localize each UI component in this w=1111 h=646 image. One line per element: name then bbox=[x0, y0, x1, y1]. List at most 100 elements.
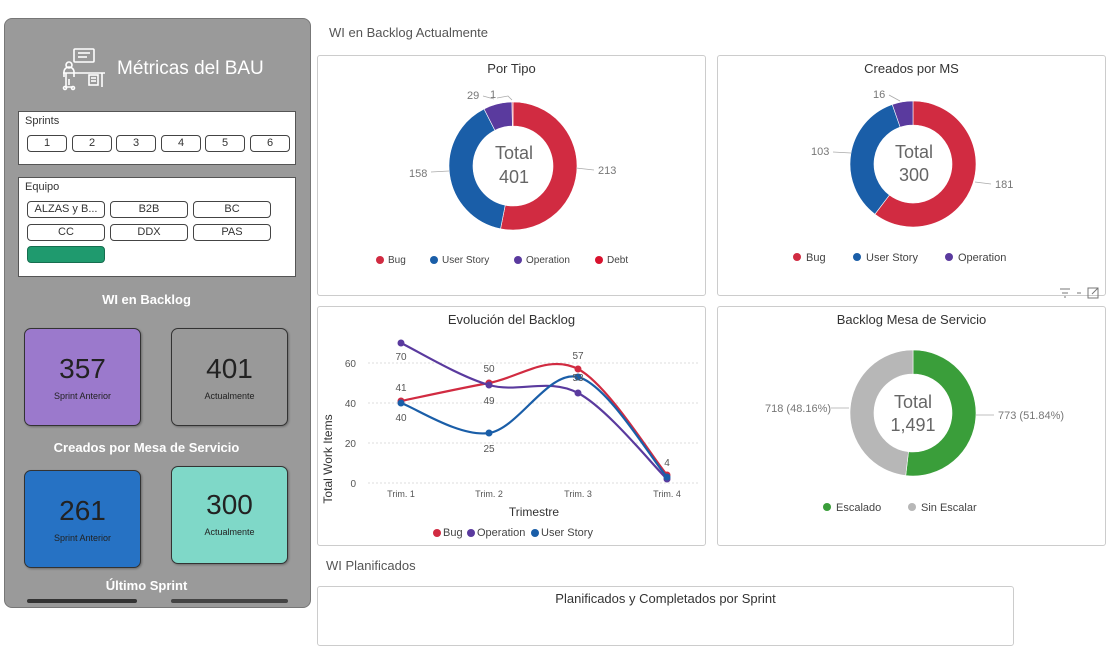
por-tipo-card: Por Tipo Total 401 213 158 29 1 Bug User… bbox=[317, 55, 706, 296]
data-point[interactable] bbox=[485, 381, 493, 389]
data-label: 70 bbox=[395, 352, 407, 363]
y-tick-label: 0 bbox=[350, 479, 356, 490]
wi-actualmente-card: 401 Actualmente bbox=[171, 328, 288, 426]
x-tick-label: Trim. 1 bbox=[387, 489, 415, 499]
creados-ms-center-value: 300 bbox=[899, 165, 929, 185]
legend-escalado-dot bbox=[823, 503, 831, 511]
equipo-pas-button[interactable]: PAS bbox=[193, 224, 271, 241]
sprint-2-button[interactable]: 2 bbox=[72, 135, 112, 152]
x-tick-label: Trim. 3 bbox=[564, 489, 592, 499]
data-point[interactable] bbox=[397, 339, 405, 347]
data-point[interactable] bbox=[397, 399, 405, 407]
data-label: 41 bbox=[395, 383, 407, 394]
ultimo-sprint-heading: Último Sprint bbox=[105, 578, 188, 593]
wi-backlog-heading: WI en Backlog bbox=[102, 292, 191, 307]
legend-debt-dot bbox=[595, 256, 603, 264]
data-point[interactable] bbox=[663, 473, 671, 481]
y-tick-label: 60 bbox=[345, 359, 357, 370]
data-label: 25 bbox=[483, 444, 495, 455]
x-tick-label: Trim. 2 bbox=[475, 489, 503, 499]
sprint-4-button[interactable]: 4 bbox=[161, 135, 201, 152]
data-point[interactable] bbox=[574, 365, 582, 373]
data-label: 40 bbox=[395, 413, 407, 424]
data-label: 50 bbox=[483, 364, 495, 375]
mesa-center-value: 1,491 bbox=[890, 415, 935, 435]
wi-actualmente-value: 401 bbox=[206, 353, 253, 384]
legend-operation-dot bbox=[945, 253, 953, 261]
equipo-ddx-button[interactable]: DDX bbox=[110, 224, 188, 241]
creados-ms-label-bug: 181 bbox=[995, 179, 1013, 191]
mesa-center-label: Total bbox=[894, 392, 932, 412]
dashboard-title: Métricas del BAU bbox=[117, 58, 264, 79]
data-point[interactable] bbox=[485, 429, 493, 437]
por-tipo-center-label: Total bbox=[495, 143, 533, 163]
equipo-b2b-button[interactable]: B2B bbox=[110, 201, 188, 218]
evolucion-xlabel: Trimestre bbox=[509, 505, 560, 519]
slice-debt[interactable] bbox=[511, 101, 514, 127]
evolucion-card: Evolución del Backlog 0 20 40 60 Trim. 1 Trim… bbox=[317, 306, 706, 546]
mesa-legend-escalado: Escalado bbox=[836, 502, 881, 514]
sprint-5-button[interactable]: 5 bbox=[205, 135, 245, 152]
equipo-alzas-button[interactable]: ALZAS y B... bbox=[27, 201, 105, 218]
evolucion-line-chart: 0 20 40 60 Trim. 1 Trim. 2 Trim. 3 Trim. 4 70 41… bbox=[321, 339, 698, 539]
series-line-bug[interactable] bbox=[400, 362, 668, 476]
sprint-1-button[interactable]: 1 bbox=[27, 135, 67, 152]
creados-ms-legend-bug: Bug bbox=[806, 252, 826, 264]
sidebar-header: Métricas del BAU bbox=[59, 47, 264, 91]
creados-actualmente-label: Actualmente bbox=[204, 527, 255, 537]
mesa-slices bbox=[849, 349, 977, 477]
y-tick-label: 40 bbox=[345, 399, 357, 410]
por-tipo-legend-bug: Bug bbox=[388, 255, 406, 266]
section-backlog-actual: WI en Backlog Actualmente bbox=[329, 25, 488, 40]
planificados-card: Planificados y Completados por Sprint bbox=[317, 586, 1014, 646]
legend-bug-dot bbox=[793, 253, 801, 261]
sprint-3-button[interactable]: 3 bbox=[116, 135, 156, 152]
evolucion-series bbox=[397, 339, 671, 483]
por-tipo-center-value: 401 bbox=[499, 167, 529, 187]
creados-actualmente-card: 300 Actualmente bbox=[171, 466, 288, 564]
evolucion-legend-bug: Bug bbox=[443, 527, 463, 539]
evolucion-legend-operation: Operation bbox=[477, 527, 525, 539]
legend-userstory-dot bbox=[430, 256, 438, 264]
creados-actualmente-value: 300 bbox=[206, 489, 253, 520]
legend-operation-dot bbox=[467, 529, 475, 537]
workstation-icon bbox=[62, 48, 105, 91]
legend-sinescalar-dot bbox=[908, 503, 916, 511]
legend-operation-dot bbox=[514, 256, 522, 264]
por-tipo-label-debt: 1 bbox=[490, 89, 496, 101]
equipo-bc-button[interactable]: BC bbox=[193, 201, 271, 218]
series-line-operation[interactable] bbox=[400, 342, 668, 480]
mesa-label-escalado: 773 (51.84%) bbox=[998, 410, 1064, 422]
evolucion-ylabel: Total Work Items bbox=[321, 414, 335, 503]
wi-sprint-anterior-card: 357 Sprint Anterior bbox=[24, 328, 141, 426]
data-label: 57 bbox=[572, 351, 584, 362]
equipo-cc-button[interactable]: CC bbox=[27, 224, 105, 241]
wi-sprint-anterior-label: Sprint Anterior bbox=[53, 391, 112, 401]
sprint-6-button[interactable]: 6 bbox=[250, 135, 290, 152]
data-point[interactable] bbox=[574, 389, 582, 397]
data-label: 4 bbox=[664, 458, 670, 469]
por-tipo-label-operation: 29 bbox=[467, 90, 479, 102]
creados-sprint-anterior-value: 261 bbox=[59, 495, 106, 526]
legend-bug-dot bbox=[376, 256, 384, 264]
evolucion-legend-userstory: User Story bbox=[541, 527, 593, 539]
equipo-selected-button[interactable] bbox=[27, 246, 105, 263]
creados-sprint-anterior-card: 261 Sprint Anterior bbox=[24, 470, 141, 568]
por-tipo-legend-operation: Operation bbox=[526, 255, 570, 266]
slice-sin-escalar[interactable] bbox=[849, 349, 914, 476]
planificados-title: Planificados y Completados por Sprint bbox=[555, 591, 776, 606]
creados-ms-legend-userstory: User Story bbox=[866, 252, 918, 264]
slice-escalado[interactable] bbox=[905, 349, 977, 477]
filter-icon[interactable] bbox=[1060, 288, 1070, 298]
mesa-card: Backlog Mesa de Servicio Total 1,491 773… bbox=[717, 306, 1106, 546]
creados-ms-label-operation: 16 bbox=[873, 89, 885, 101]
expand-icon[interactable] bbox=[1087, 287, 1099, 299]
por-tipo-donut-chart: Total 401 213 158 29 1 Bug User Story Op… bbox=[376, 89, 628, 266]
mesa-donut-chart: Total 1,491 773 (51.84%) 718 (48.16%) Es… bbox=[765, 349, 1064, 514]
data-label: 49 bbox=[483, 396, 495, 407]
mesa-label-sinescalar: 718 (48.16%) bbox=[765, 403, 831, 415]
sprints-slicer: Sprints 1 2 3 4 5 6 bbox=[18, 111, 296, 165]
por-tipo-legend-debt: Debt bbox=[607, 255, 628, 266]
equipo-slicer: Equipo ALZAS y B... B2B BC CC DDX PAS bbox=[18, 177, 296, 277]
creados-ms-legend-operation: Operation bbox=[958, 252, 1006, 264]
